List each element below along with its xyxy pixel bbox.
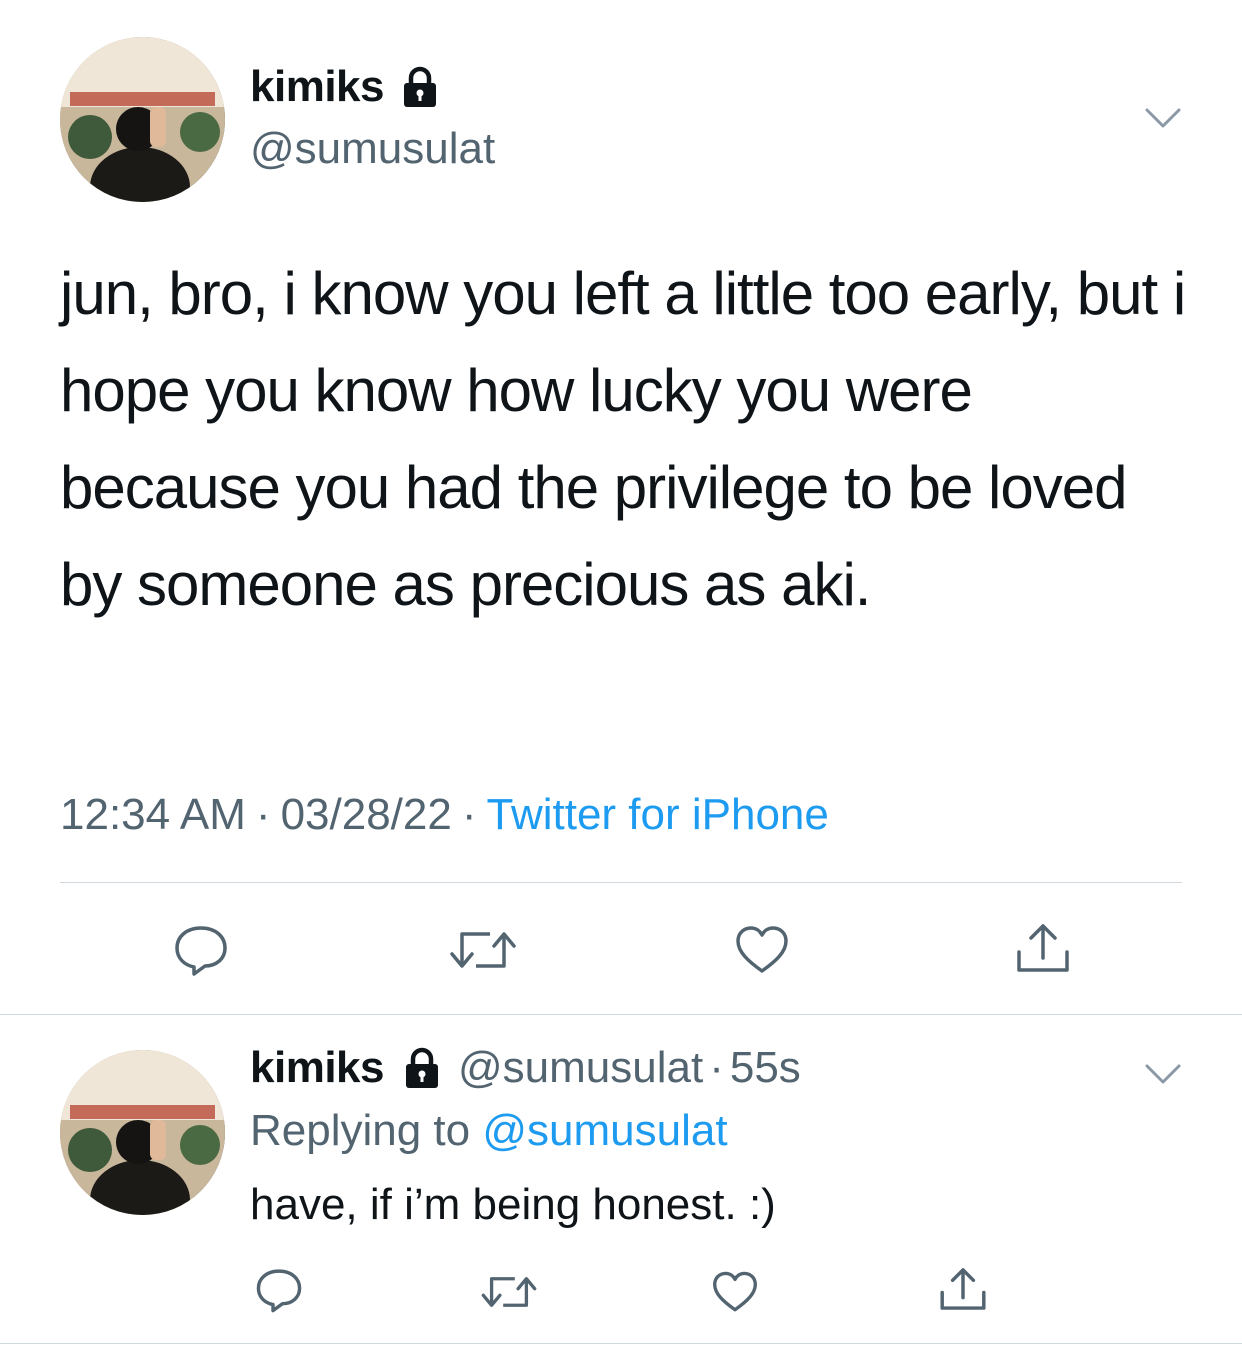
reply-icon[interactable] xyxy=(172,922,230,978)
reply-icon[interactable] xyxy=(254,1266,304,1314)
display-name[interactable]: kimiks xyxy=(250,62,384,112)
tweet-time[interactable]: 12:34 AM xyxy=(60,790,246,839)
share-icon[interactable] xyxy=(1013,920,1073,976)
divider xyxy=(0,1014,1242,1015)
tweet-text: have, if i’m being honest. :) xyxy=(250,1180,776,1229)
meta-separator: · xyxy=(255,790,271,839)
handle[interactable]: @sumusulat xyxy=(458,1043,703,1093)
handle[interactable]: @sumusulat xyxy=(250,124,495,174)
retweet-icon[interactable] xyxy=(448,924,518,976)
avatar-photo xyxy=(60,37,225,202)
chevron-down-icon[interactable] xyxy=(1143,106,1183,130)
meta-separator: · xyxy=(461,790,477,839)
tweet-source[interactable]: Twitter for iPhone xyxy=(487,790,829,839)
mention-link[interactable]: @sumusulat xyxy=(482,1106,727,1155)
reply-header: kimiks @sumusulat · 55s xyxy=(250,1043,801,1093)
avatar-photo xyxy=(60,1050,225,1215)
share-icon[interactable] xyxy=(937,1264,989,1314)
heart-icon[interactable] xyxy=(734,924,790,976)
avatar[interactable] xyxy=(60,1050,225,1215)
chevron-down-icon[interactable] xyxy=(1143,1062,1183,1086)
tweet-meta: 12:34 AM · 03/28/22 · Twitter for iPhone xyxy=(60,790,829,840)
replying-to: Replying to @sumusulat xyxy=(250,1106,728,1156)
meta-separator: · xyxy=(709,1043,724,1092)
display-name[interactable]: kimiks xyxy=(250,1043,384,1093)
heart-icon[interactable] xyxy=(711,1270,759,1314)
avatar[interactable] xyxy=(60,37,225,202)
tweet-date[interactable]: 03/28/22 xyxy=(281,790,452,839)
divider xyxy=(0,1343,1242,1344)
tweet-time[interactable]: 55s xyxy=(730,1043,801,1093)
replying-label: Replying to xyxy=(250,1106,471,1155)
retweet-icon[interactable] xyxy=(480,1270,538,1314)
divider xyxy=(60,882,1182,883)
lock-icon xyxy=(398,65,442,109)
tweet-text: jun, bro, i know you left a little too e… xyxy=(60,260,1186,618)
lock-icon xyxy=(400,1046,444,1090)
